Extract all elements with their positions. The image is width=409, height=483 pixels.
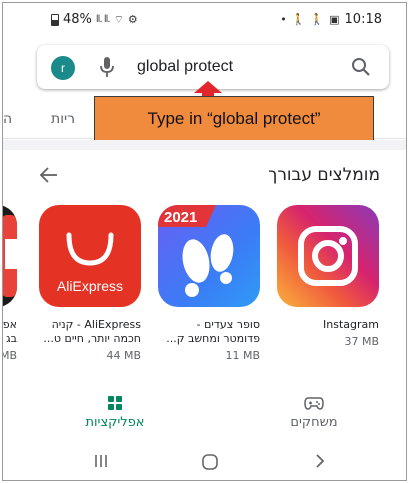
app-size: 11 MB — [225, 349, 260, 362]
status-right: • 🚶 🚶 ▣ 10:18 — [280, 12, 382, 27]
app-card-partial[interactable]: אפ בג MB — [2, 205, 17, 362]
system-nav-bar — [3, 443, 406, 480]
app-name-line2: חכמה יותר, חיים ט... — [43, 332, 141, 345]
walking-icon-2: 🚶 — [310, 13, 325, 26]
app-card-aliexpress[interactable]: AliExpress AliExpress - קניה חכמה יותר, … — [39, 205, 141, 362]
battery-percent: 48% — [63, 12, 92, 27]
battery-icon — [51, 13, 59, 26]
app-name: Instagram — [323, 318, 379, 331]
app-name-line2: בג — [6, 332, 17, 345]
app-name: אפ — [2, 318, 17, 331]
tab-cut-left[interactable]: ה — [3, 111, 12, 127]
walking-icon: 🚶 — [291, 13, 306, 26]
nav-games-label: משחקים — [290, 415, 338, 430]
arrow-left-icon[interactable] — [39, 166, 59, 184]
partial-app-icon — [3, 205, 17, 307]
bottom-nav: משחקים אפליקציות — [3, 381, 406, 443]
signal-text: ll. ll. — [95, 14, 111, 25]
clock: 10:18 — [344, 12, 382, 27]
nav-games[interactable]: משחקים — [279, 395, 349, 430]
dot-icon: • — [280, 13, 287, 26]
image-icon: ▣ — [329, 13, 340, 26]
tab-partial[interactable]: ריות — [51, 111, 75, 127]
avatar[interactable]: r — [51, 56, 75, 80]
aliexpress-icon: AliExpress — [39, 205, 141, 307]
app-size: 37 MB — [344, 335, 379, 348]
gear-icon: ⚙ — [127, 13, 138, 26]
status-bar: 48% ll. ll. ⌔ ⚙ • 🚶 🚶 ▣ 10:18 — [3, 3, 406, 33]
nav-apps-label: אפליקציות — [85, 415, 145, 430]
app-size: MB — [3, 349, 17, 362]
status-left: 48% ll. ll. ⌔ ⚙ — [51, 12, 138, 27]
phone-screen: 48% ll. ll. ⌔ ⚙ • 🚶 🚶 ▣ 10:18 r global p… — [2, 2, 407, 481]
nav-apps[interactable]: אפליקציות — [75, 395, 155, 430]
home-icon[interactable] — [201, 453, 219, 471]
chevron-right-icon[interactable] — [313, 453, 327, 469]
instagram-icon — [277, 205, 379, 307]
app-card-step-counter[interactable]: 2021 סופר צעדים - פדומטר ומחשב ק... 11 M… — [158, 205, 260, 362]
divider — [3, 140, 406, 150]
search-icon[interactable] — [351, 57, 371, 77]
app-name: AliExpress - קניה — [51, 318, 141, 331]
recent-apps-icon[interactable] — [93, 453, 109, 469]
aliexpress-logo-text: AliExpress — [57, 278, 123, 294]
annotation-callout: Type in “global protect” — [94, 96, 374, 142]
microphone-icon[interactable] — [99, 56, 115, 78]
apps-grid-icon — [108, 396, 122, 410]
search-input[interactable]: global protect — [137, 58, 233, 76]
app-name-line2: פדומטר ומחשב ק... — [166, 332, 260, 345]
badge-text: 2021 — [164, 209, 197, 226]
step-counter-icon: 2021 — [158, 205, 260, 307]
gamepad-icon — [304, 397, 324, 410]
wifi-icon: ⌔ — [113, 12, 124, 26]
app-name: סופר צעדים - — [196, 318, 260, 331]
app-card-instagram[interactable]: Instagram 37 MB — [277, 205, 379, 348]
section-title[interactable]: מומלצים עבורך — [268, 165, 380, 185]
app-size: 44 MB — [106, 349, 141, 362]
